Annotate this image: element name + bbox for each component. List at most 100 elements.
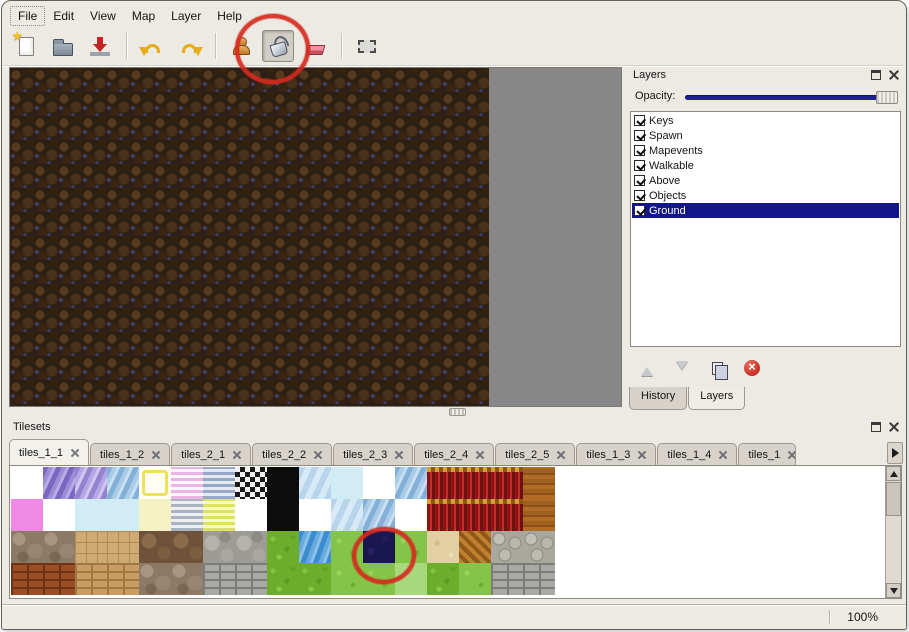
close-tab-icon[interactable] [718,450,727,459]
palette-tile-redcurtain[interactable] [491,499,523,531]
palette-tile-black[interactable] [267,467,299,499]
palette-scrollbar[interactable] [885,466,901,598]
palette-tile-grass[interactable] [427,563,459,595]
redo-tool-button[interactable] [173,30,205,62]
palette-tile-grass[interactable] [267,531,299,563]
open-tool-button[interactable] [47,30,79,62]
palette-tile-redcurtain[interactable] [427,467,459,499]
eraser-tool-button[interactable] [299,30,331,62]
layer-visibility-checkbox[interactable] [634,115,645,126]
tileset-tab-tiles_2_1[interactable]: tiles_2_1 [171,443,251,465]
palette-tile-wood[interactable] [523,499,555,531]
close-tab-icon[interactable] [232,450,241,459]
palette-tile-tancrack[interactable] [107,531,139,563]
palette-tile-ygstripe[interactable] [203,499,235,531]
palette-tile-tancrack[interactable] [75,531,107,563]
palette-tile-pinkstripe[interactable] [171,467,203,499]
palette-tile-graybrick[interactable] [235,563,267,595]
palette-tile-lwater[interactable] [299,467,331,499]
palette-tile-gstone[interactable] [139,563,171,595]
layer-visibility-checkbox[interactable] [634,205,645,216]
palette-tile-cobble[interactable] [523,531,555,563]
opacity-slider-handle[interactable] [876,91,898,104]
scroll-up-button[interactable] [886,466,901,481]
scroll-down-button[interactable] [886,583,901,598]
palette-tile-cyan[interactable] [331,467,363,499]
layer-row-spawn[interactable]: Spawn [632,128,899,143]
tileset-tab-tiles_1[interactable]: tiles_1 [738,443,796,465]
palette-tile-gstone[interactable] [11,531,43,563]
palette-tile-cobble[interactable] [491,531,523,563]
palette-tile-white[interactable] [235,499,267,531]
layer-row-above[interactable]: Above [632,173,899,188]
tileset-tab-tiles_1_1[interactable]: tiles_1_1 [9,439,89,465]
splitter-grip[interactable] [449,408,466,416]
palette-tile-graybrick[interactable] [203,563,235,595]
layer-row-walkable[interactable]: Walkable [632,158,899,173]
close-tab-icon[interactable] [787,450,796,459]
palette-tile-gstone[interactable] [171,563,203,595]
palette-tile-tanbrick[interactable] [107,563,139,595]
menu-edit[interactable]: Edit [45,6,82,26]
palette-tile-brick[interactable] [11,563,43,595]
palette-tile-pwater2[interactable] [75,467,107,499]
save-tool-button[interactable] [84,30,116,62]
layer-row-objects[interactable]: Objects [632,188,899,203]
palette-tile-grass[interactable] [299,563,331,595]
palette-tile-white[interactable] [299,499,331,531]
select-tool-button[interactable] [351,30,383,62]
stamp-tool-button[interactable] [225,30,257,62]
palette-tile-brock[interactable] [171,531,203,563]
palette-tile-sand[interactable] [427,531,459,563]
palette-tile-gstone[interactable] [43,531,75,563]
palette-tile-brick[interactable] [43,563,75,595]
undo-tool-button[interactable] [136,30,168,62]
move-up-layer-button[interactable] [637,358,657,378]
layer-row-keys[interactable]: Keys [632,113,899,128]
palette-tile-redcurtain[interactable] [459,467,491,499]
palette-tile-grass2[interactable] [459,563,491,595]
palette-tile-navy[interactable] [363,531,395,563]
opacity-slider[interactable] [685,90,898,104]
palette-tile-white[interactable] [395,499,427,531]
layer-row-mapevents[interactable]: Mapevents [632,143,899,158]
tileset-tab-tiles_2_3[interactable]: tiles_2_3 [333,443,413,465]
palette-tile-graybrick[interactable] [523,563,555,595]
menu-map[interactable]: Map [124,6,163,26]
float-panel-icon[interactable] [871,422,881,432]
palette-tile-grass[interactable] [267,563,299,595]
palette-tile-bwater[interactable] [107,467,139,499]
palette-tile-redcurtain[interactable] [459,499,491,531]
palette-tile-checker[interactable] [235,467,267,499]
palette-tile-white[interactable] [363,467,395,499]
palette-tile-graystripe[interactable] [171,499,203,531]
close-tab-icon[interactable] [556,450,565,459]
palette-tile-wood[interactable] [523,467,555,499]
palette-tile-yframe[interactable] [139,467,171,499]
menu-view[interactable]: View [82,6,124,26]
close-panel-icon[interactable] [889,422,899,432]
palette-tile-brock[interactable] [139,531,171,563]
palette-tile-cyan[interactable] [107,499,139,531]
close-panel-icon[interactable] [889,70,899,80]
close-tab-icon[interactable] [475,450,484,459]
tileset-tab-tiles_1_4[interactable]: tiles_1_4 [657,443,737,465]
layer-visibility-checkbox[interactable] [634,175,645,186]
panel-tab-layers[interactable]: Layers [688,387,745,410]
palette-tile-water[interactable] [299,531,331,563]
palette-tile-graybrick[interactable] [491,563,523,595]
float-panel-icon[interactable] [871,70,881,80]
palette-tile-tanbrick[interactable] [75,563,107,595]
palette-tile-grass2[interactable] [331,531,363,563]
palette-tile-cyan[interactable] [75,499,107,531]
palette-tile-white[interactable] [11,467,43,499]
menu-file[interactable]: File [10,6,45,26]
tileset-tab-tiles_1_3[interactable]: tiles_1_3 [576,443,656,465]
new-tool-button[interactable] [10,30,42,62]
tileset-tab-tiles_2_4[interactable]: tiles_2_4 [414,443,494,465]
palette-tile-lwater[interactable] [331,499,363,531]
layer-visibility-checkbox[interactable] [634,190,645,201]
move-down-layer-button[interactable] [672,358,692,378]
palette-tile-redcurtain[interactable] [427,499,459,531]
panel-tab-history[interactable]: History [629,387,687,410]
